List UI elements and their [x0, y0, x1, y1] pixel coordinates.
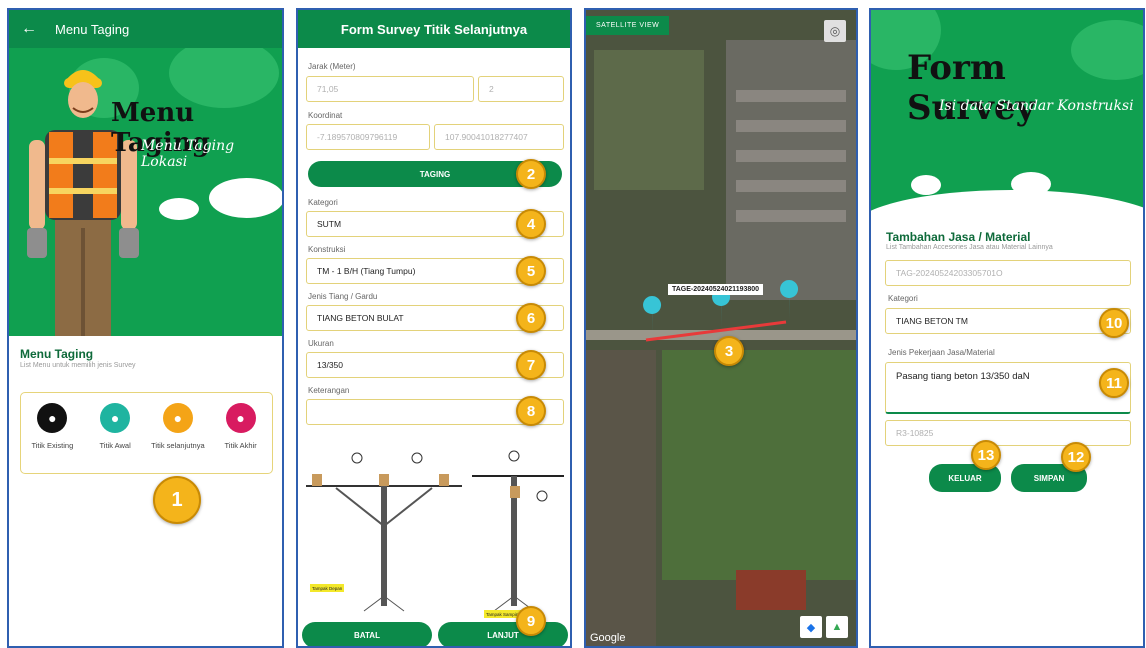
- step-badge: 13: [971, 440, 1001, 470]
- decor-splash: [911, 175, 941, 195]
- construction-diagram: Tampak Depan Tampak Samping: [306, 450, 564, 618]
- menu-item-label: Titik Akhir: [224, 441, 257, 450]
- menu-item-titik-selanjutnya[interactable]: ● Titik selanjutnya: [149, 403, 207, 473]
- my-location-icon[interactable]: ◎: [824, 20, 846, 42]
- menu-banner: Menu Taging Menu Taging Lokasi: [9, 48, 282, 336]
- tutorial-composite: ← Menu Taging Menu Taging Menu Taging Lo…: [0, 0, 1146, 648]
- step-badge: 7: [516, 350, 546, 380]
- section-subtitle: List Menu untuk memilih jenis Survey: [20, 362, 136, 369]
- form-header: Form Survey Titik Selanjutnya: [298, 10, 570, 48]
- latitude-field[interactable]: -7.189570809796119: [306, 124, 430, 150]
- kategori-label: Kategori: [308, 198, 338, 207]
- app-bar: ← Menu Taging: [9, 10, 282, 48]
- jarak-label: Jarak (Meter): [308, 62, 356, 71]
- form-survey-screen: Form Survey Titik Selanjutnya Jarak (Met…: [296, 8, 572, 648]
- pin-label: TAGE-20240524021193800: [668, 284, 764, 295]
- decor-splash: [209, 178, 282, 218]
- step-badge: 12: [1061, 442, 1091, 472]
- location-pin-icon: ●: [100, 403, 131, 433]
- step-badge: 5: [516, 256, 546, 286]
- step-badge: 8: [516, 396, 546, 426]
- menu-item-titik-akhir[interactable]: ● Titik Akhir: [212, 403, 270, 473]
- menu-taging-screen: ← Menu Taging Menu Taging Menu Taging Lo…: [7, 8, 284, 648]
- step-badge: 11: [1099, 368, 1129, 398]
- step-badge: 3: [714, 336, 744, 366]
- jarak-extra-field[interactable]: 2: [478, 76, 564, 102]
- tag-id-field[interactable]: TAG-20240524203305701O: [885, 260, 1131, 286]
- keterangan-label: Keterangan: [308, 386, 350, 395]
- banner-title: Form Survey: [907, 48, 1036, 128]
- form-survey-banner: Form Survey Isi data Standar Konstruksi: [871, 10, 1143, 222]
- decor-splash: [159, 198, 199, 220]
- satellite-view-tag[interactable]: SATELLITE VIEW: [586, 16, 670, 35]
- map-controls: ◆ ▲: [800, 616, 848, 638]
- satellite-map-screen: SATELLITE VIEW ◎ TAGE-20240524021193800 …: [584, 8, 858, 648]
- tampak-depan-tag: Tampak Depan: [312, 586, 343, 591]
- step-badge: 2: [516, 159, 546, 189]
- koordinat-label: Koordinat: [308, 111, 343, 120]
- banner-subtitle: Isi data Standar Konstruksi: [939, 98, 1134, 114]
- jarak-field[interactable]: 71,05: [306, 76, 474, 102]
- google-logo: Google: [590, 632, 626, 644]
- jenis-tiang-label: Jenis Tiang / Gardu: [308, 292, 378, 301]
- location-pin-icon: ●: [162, 403, 193, 433]
- decor-splash: [1011, 172, 1051, 196]
- map-imagery: [586, 10, 856, 646]
- konstruksi-label: Konstruksi: [308, 245, 346, 254]
- code-field[interactable]: R3-10825: [885, 420, 1131, 446]
- step-badge: 4: [516, 209, 546, 239]
- step-badge: 9: [516, 606, 546, 636]
- kategori-field[interactable]: TIANG BETON TM: [885, 308, 1131, 334]
- menu-item-label: Titik Awal: [99, 441, 131, 450]
- menu-item-titik-awal[interactable]: ● Titik Awal: [86, 403, 144, 473]
- worker-illustration: [27, 70, 139, 336]
- banner-subtitle: Menu Taging Lokasi: [141, 138, 235, 170]
- menu-item-label: Titik Existing: [31, 441, 74, 450]
- kategori-label: Kategori: [888, 294, 918, 303]
- ukuran-label: Ukuran: [308, 339, 334, 348]
- satellite-map[interactable]: [586, 10, 856, 646]
- back-arrow-icon[interactable]: ←: [21, 20, 37, 38]
- jenis-pekerjaan-label: Jenis Pekerjaan Jasa/Material: [888, 348, 995, 357]
- section-title: Menu Taging: [20, 347, 94, 361]
- batal-button[interactable]: BATAL: [302, 622, 432, 646]
- location-pin-icon: ●: [225, 403, 256, 433]
- section-subtitle: List Tambahan Accesories Jasa atau Mater…: [886, 244, 1053, 251]
- menu-item-label: Titik selanjutnya: [151, 441, 205, 450]
- jenis-pekerjaan-field[interactable]: Pasang tiang beton 13/350 daN: [885, 362, 1131, 414]
- step-badge: 6: [516, 303, 546, 333]
- longitude-field[interactable]: 107.90041018277407: [434, 124, 564, 150]
- section-title: Tambahan Jasa / Material: [886, 230, 1031, 244]
- step-badge: 1: [153, 476, 201, 524]
- decor-splash: [871, 190, 1143, 222]
- step-badge: 10: [1099, 308, 1129, 338]
- location-pin-icon: ●: [37, 403, 68, 433]
- menu-item-titik-existing[interactable]: ● Titik Existing: [23, 403, 81, 473]
- google-maps-icon[interactable]: ▲: [826, 616, 848, 638]
- app-bar-title: Menu Taging: [55, 21, 130, 37]
- menu-options: ● Titik Existing ● Titik Awal ● Titik se…: [20, 392, 273, 474]
- form-survey-material-screen: Form Survey Isi data Standar Konstruksi …: [869, 8, 1145, 648]
- lanjut-button[interactable]: LANJUT: [438, 622, 568, 646]
- directions-icon[interactable]: ◆: [800, 616, 822, 638]
